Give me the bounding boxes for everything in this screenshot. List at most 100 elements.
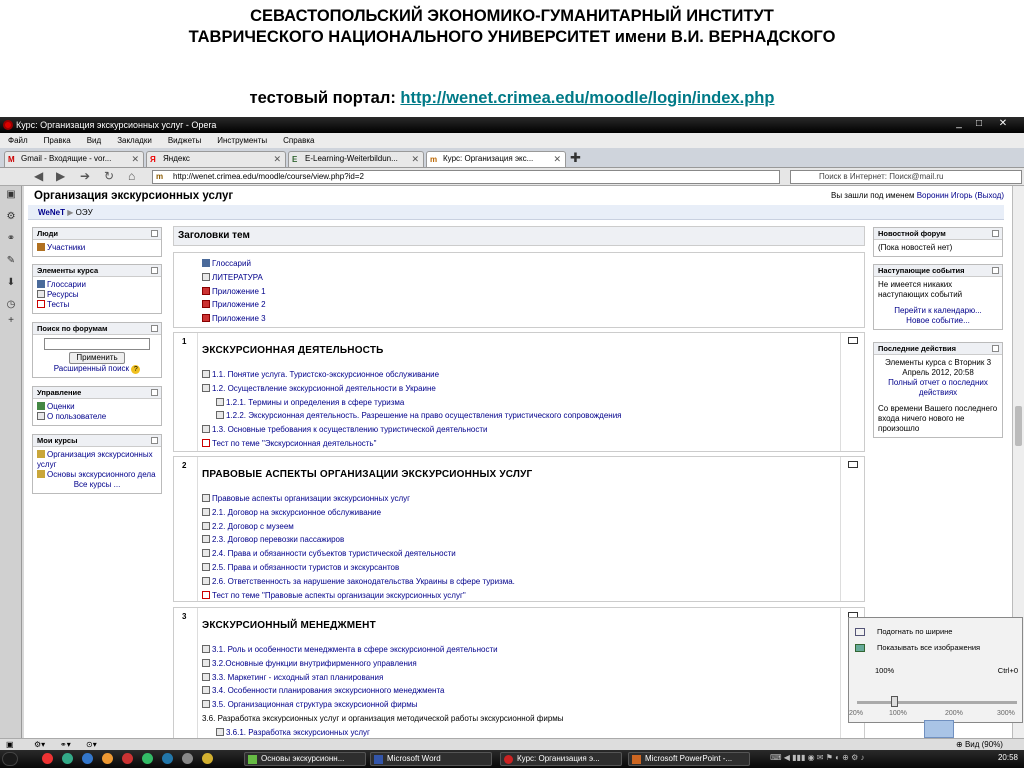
ie-icon[interactable] <box>82 753 93 764</box>
appendix-link[interactable]: Приложение 3 <box>212 314 266 323</box>
close-window-button[interactable]: ✕ <box>994 118 1012 131</box>
menu-file[interactable]: Файл <box>0 133 36 148</box>
full-report-link[interactable]: Полный отчет о последних действиях <box>888 378 988 397</box>
scroll-down-arrow-icon[interactable] <box>924 720 954 738</box>
menu-edit[interactable]: Правка <box>36 133 79 148</box>
taskbar-item[interactable]: Microsoft PowerPoint -... <box>628 752 750 766</box>
new-tab-icon[interactable]: ✚ <box>570 150 581 166</box>
resource-link[interactable]: 3.3. Маркетинг - исходный этап планирова… <box>212 673 383 682</box>
collapse-icon[interactable] <box>151 230 158 237</box>
opera-small-icon[interactable] <box>122 753 133 764</box>
collapse-icon[interactable] <box>151 437 158 444</box>
glossary-link[interactable]: Глоссарий <box>212 259 251 268</box>
maximize-button[interactable]: □ <box>970 118 988 131</box>
apply-button[interactable]: Применить <box>69 352 125 364</box>
portal-link[interactable]: http://wenet.crimea.edu/moodle/login/ind… <box>400 89 774 107</box>
turbo-icon[interactable]: ⚙▾ <box>34 739 45 750</box>
settings-icon[interactable]: ⚙ <box>5 212 17 222</box>
tab-gmail[interactable]: M Gmail - Входящие - vor... ✕ <box>4 151 144 167</box>
show-images-option[interactable]: Показывать все изображения <box>849 642 1024 654</box>
resource-link[interactable]: 3.6.1. Разработка экскурсионных услуг <box>226 728 370 737</box>
share-icon[interactable]: ⚭ <box>5 234 17 244</box>
menu-help[interactable]: Справка <box>275 133 322 148</box>
resource-link[interactable]: 2.6. Ответственность за нарушение законо… <box>212 577 515 586</box>
tests-link[interactable]: Тесты <box>47 300 69 309</box>
resource-link[interactable]: 1.2.2. Экскурсионная деятельность. Разре… <box>226 411 622 420</box>
advanced-search-link[interactable]: Расширенный поиск <box>54 364 129 373</box>
resource-link[interactable]: Правовые аспекты организации экскурсионн… <box>212 494 410 503</box>
resource-link[interactable]: 1.2.1. Термины и определения в сфере тур… <box>226 398 404 407</box>
quiz-link[interactable]: Тест по теме "Правовые аспекты организац… <box>212 591 466 600</box>
user-link[interactable]: Воронин Игорь <box>917 191 973 200</box>
opera-icon[interactable] <box>42 753 53 764</box>
history-icon[interactable]: ◷ <box>5 300 17 310</box>
resources-link[interactable]: Ресурсы <box>47 290 79 299</box>
collapse-icon[interactable] <box>992 345 999 352</box>
resource-link[interactable]: 2.4. Права и обязанности субъектов турис… <box>212 549 456 558</box>
panel-icon[interactable]: ▣ <box>6 739 14 750</box>
taskbar-item[interactable]: Курс: Организация э... <box>500 752 622 766</box>
appendix-link[interactable]: Приложение 1 <box>212 287 266 296</box>
course-link[interactable]: Основы экскурсионного дела <box>47 470 156 479</box>
literature-link[interactable]: ЛИТЕРАТУРА <box>212 273 263 282</box>
menu-widgets[interactable]: Виджеты <box>160 133 209 148</box>
minimize-button[interactable]: _ <box>950 118 968 131</box>
folder-icon[interactable] <box>182 753 193 764</box>
collapse-icon[interactable] <box>992 230 999 237</box>
back-icon[interactable]: ◀ <box>34 169 43 183</box>
unite-icon[interactable]: ⚭▾ <box>60 739 71 750</box>
resource-link[interactable]: 2.3. Договор перевозки пассажиров <box>212 535 344 544</box>
search-box[interactable]: Поиск в Интернет: Поиск@mail.ru <box>790 170 1022 184</box>
view-icon[interactable]: ⊙▾ <box>86 739 97 750</box>
firefox-icon[interactable] <box>102 753 113 764</box>
resource-link[interactable]: 3.2.Основные функции внутрифирменного уп… <box>212 659 417 668</box>
close-tab-icon[interactable]: ✕ <box>273 152 281 166</box>
all-courses-link[interactable]: Все курсы ... <box>74 480 121 489</box>
show-only-section-icon[interactable] <box>848 337 858 344</box>
zoom-slider-knob[interactable] <box>891 696 898 707</box>
quicklaunch-icon[interactable] <box>62 753 73 764</box>
close-tab-icon[interactable]: ✕ <box>131 152 139 166</box>
resource-link[interactable]: 2.5. Права и обязанности туристов и экск… <box>212 563 399 572</box>
add-panel-icon[interactable]: + <box>5 316 17 326</box>
chrome-icon[interactable] <box>142 753 153 764</box>
start-button[interactable] <box>2 752 18 766</box>
taskbar-item[interactable]: Microsoft Word <box>370 752 492 766</box>
resource-link[interactable]: 2.2. Договор с музеем <box>212 522 294 531</box>
forward-icon[interactable]: ▶ <box>56 169 65 183</box>
menu-tools[interactable]: Инструменты <box>209 133 275 148</box>
fast-forward-icon[interactable]: ➔ <box>80 169 90 183</box>
address-bar[interactable]: m http://wenet.crimea.edu/moodle/course/… <box>152 170 780 184</box>
resource-link[interactable]: 1.2. Осуществление экскурсионной деятель… <box>212 384 436 393</box>
taskbar-item[interactable]: Основы экскурсионн... <box>244 752 366 766</box>
profile-link[interactable]: О пользователе <box>47 412 106 421</box>
participants-link[interactable]: Участники <box>47 243 85 252</box>
quiz-link[interactable]: Тест по теме "Экскурсионная деятельность… <box>212 439 376 448</box>
close-tab-icon[interactable]: ✕ <box>411 152 419 166</box>
resource-link[interactable]: 2.1. Договор на экскурсионное обслуживан… <box>212 508 381 517</box>
logout-link[interactable]: (Выход) <box>975 191 1004 200</box>
menu-view[interactable]: Вид <box>79 133 109 148</box>
course-link[interactable]: Организация экскурсионных услуг <box>37 450 153 469</box>
show-only-section-icon[interactable] <box>848 461 858 468</box>
glossaries-link[interactable]: Глоссарии <box>47 280 86 289</box>
resource-link[interactable]: 1.3. Основные требования к осуществлению… <box>212 425 487 434</box>
help-icon[interactable]: ? <box>131 365 141 374</box>
collapse-icon[interactable] <box>992 267 999 274</box>
collapse-icon[interactable] <box>151 389 158 396</box>
new-event-link[interactable]: Новое событие... <box>906 316 970 325</box>
forum-search-input[interactable] <box>44 338 150 350</box>
collapse-icon[interactable] <box>151 325 158 332</box>
collapse-icon[interactable] <box>151 267 158 274</box>
skype-icon[interactable] <box>162 753 173 764</box>
menu-bookmarks[interactable]: Закладки <box>109 133 160 148</box>
resource-link[interactable]: 1.1. Понятие услуга. Туристско-экскурсио… <box>212 370 439 379</box>
resource-link[interactable]: 3.4. Особенности планирования экскурсион… <box>212 686 444 695</box>
resource-link[interactable]: 3.1. Роль и особенности менеджмента в сф… <box>212 645 498 654</box>
resource-link[interactable]: 3.5. Организационная структура экскурсио… <box>212 700 417 709</box>
breadcrumb-home[interactable]: WeNeT <box>38 208 65 217</box>
appendix-link[interactable]: Приложение 2 <box>212 300 266 309</box>
close-tab-icon[interactable]: ✕ <box>553 152 561 166</box>
scrollbar-thumb[interactable] <box>1015 406 1022 446</box>
downloads-icon[interactable]: ⬇ <box>5 278 17 288</box>
